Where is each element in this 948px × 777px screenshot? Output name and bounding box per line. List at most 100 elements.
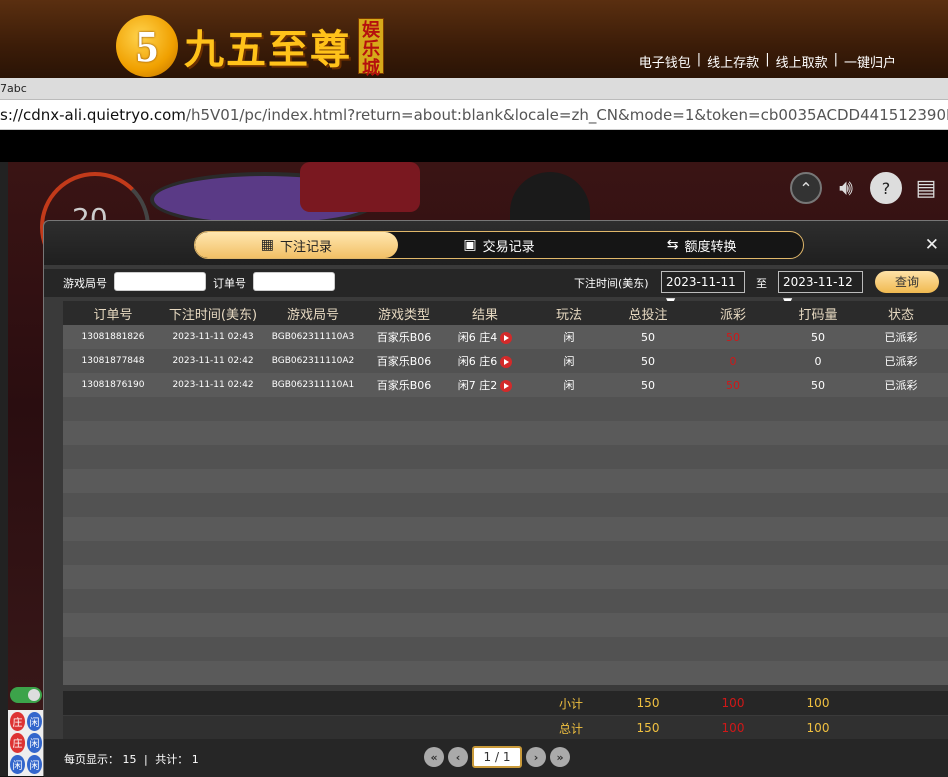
grandtotal-row: 总计 150 100 100: [63, 716, 948, 740]
play-replay-icon[interactable]: [500, 332, 513, 344]
empty-row: [63, 613, 948, 637]
date-separator: 至: [756, 277, 767, 290]
cell-total: 50: [641, 378, 655, 392]
game-id-input[interactable]: [114, 272, 206, 291]
column-header: 状态: [887, 307, 914, 323]
site-header: 5 九五至尊 娱乐城 电子钱包 | 线上存款 | 线上取款 | 一键归户: [0, 0, 948, 78]
table-body: 13081881826 2023-11-11 02:43 BGB062311110A…: [63, 325, 948, 685]
column-header: 派彩: [719, 307, 746, 323]
table-row: 13081881826 2023-11-11 02:43 BGB062311110A…: [63, 325, 948, 349]
nav-separator: |: [696, 52, 702, 67]
cell-order: 13081877848: [81, 356, 145, 366]
cell-game-id: BGB062311110A2: [271, 356, 355, 366]
cell-time: 2023-11-11 02:42: [172, 380, 254, 390]
empty-row: [63, 565, 948, 589]
road-banker-icon: 庄: [10, 712, 25, 732]
empty-row: [63, 445, 948, 469]
column-header: 打码量: [798, 307, 838, 323]
tab-label: 交易记录: [482, 239, 535, 255]
cell-game-id: BGB062311110A1: [271, 380, 355, 390]
cell-turnover: 50: [811, 378, 825, 392]
cell-turnover: 50: [811, 330, 825, 344]
tab-transactions[interactable]: ▣ 交易记录: [398, 232, 601, 258]
road-player-icon: 闲: [27, 754, 42, 774]
records-modal: ▦ 下注记录 ▣ 交易记录 ⇆ 额度转换 ✕ 游戏局号 订单号 下注时间(美东)…: [43, 220, 948, 777]
cell-status: 已派彩: [884, 331, 918, 344]
subtotal-label: 小计: [558, 696, 583, 711]
date-label: 下注时间(美东): [574, 277, 649, 290]
calendar-icon: ▦: [260, 237, 274, 253]
date-to-value: 2023-11-12: [783, 275, 853, 289]
black-band: [0, 130, 948, 162]
chair-image: [300, 162, 420, 212]
play-replay-icon[interactable]: [500, 356, 513, 368]
site-logo[interactable]: 5 九五至尊 娱乐城: [116, 14, 384, 78]
cell-total: 50: [641, 354, 655, 368]
nav-consolidate[interactable]: 一键归户: [844, 52, 896, 71]
table-row: 13081877848 2023-11-11 02:42 BGB062311110A…: [63, 349, 948, 373]
last-page-icon[interactable]: »: [550, 747, 570, 767]
road-player-icon: 闲: [10, 754, 25, 774]
column-header: 总投注: [628, 307, 668, 323]
subtotal-row: 小计 150 100 100: [63, 691, 948, 715]
browser-tab-title[interactable]: 7abc: [0, 78, 948, 100]
grandtotal-turnover: 100: [806, 721, 830, 735]
tab-bet-records[interactable]: ▦ 下注记录: [195, 232, 398, 258]
transfer-icon: ⇆: [666, 237, 679, 253]
first-page-icon[interactable]: «: [424, 747, 444, 767]
url-bar[interactable]: s://cdnx-ali.quietryo.com/h5V01/pc/index…: [0, 100, 948, 130]
help-icon[interactable]: ?: [870, 172, 902, 204]
grandtotal-payout: 100: [721, 721, 745, 735]
order-input[interactable]: [253, 272, 335, 291]
url-host: s://cdnx-ali.quietryo.com: [0, 106, 186, 124]
grandtotal-total: 150: [636, 721, 660, 735]
pager: « ‹ 1 / 1 › »: [424, 746, 570, 768]
cell-time: 2023-11-11 02:43: [172, 332, 254, 342]
cell-payout: 50: [726, 330, 740, 344]
url-path: /h5V01/pc/index.html?return=about:blank&…: [185, 106, 948, 124]
cell-result: 闲6 庄6: [445, 353, 525, 369]
cell-status: 已派彩: [884, 379, 918, 392]
toggle-switch[interactable]: [10, 687, 42, 703]
cell-game-type: 百家乐B06: [376, 379, 432, 392]
info-separator: |: [144, 753, 148, 766]
per-page-value: 15: [122, 753, 137, 766]
subtotal-payout: 100: [721, 696, 745, 710]
column-header: 下注时间(美东): [168, 307, 258, 323]
logo-badge: 娱乐城: [358, 18, 384, 78]
count-value: 1: [191, 753, 199, 766]
nav-deposit[interactable]: 线上存款: [707, 52, 759, 71]
date-from-select[interactable]: 2023-11-11 ▼: [661, 271, 745, 309]
empty-row: [63, 421, 948, 445]
cell-payout: 50: [726, 378, 740, 392]
date-to-select[interactable]: 2023-11-12 ▼: [778, 271, 863, 309]
cell-turnover: 0: [814, 354, 822, 368]
play-replay-icon[interactable]: [500, 380, 513, 392]
cell-game-type: 百家乐B06: [376, 355, 432, 368]
query-button[interactable]: 查询: [875, 271, 939, 293]
count-label: 共计：: [155, 753, 189, 766]
order-label: 订单号: [213, 277, 246, 290]
document-icon[interactable]: ▤: [912, 172, 940, 204]
column-header: 游戏局号: [286, 307, 339, 323]
empty-row: [63, 589, 948, 613]
next-page-icon[interactable]: ›: [526, 747, 546, 767]
close-icon[interactable]: ✕: [925, 235, 939, 255]
cell-order: 13081876190: [81, 380, 145, 390]
filter-bar: 游戏局号 订单号 下注时间(美东) 2023-11-11 ▼ 至 2023-11…: [44, 269, 948, 309]
subtotal-total: 150: [636, 696, 660, 710]
volume-icon[interactable]: 🔊︎: [832, 172, 860, 204]
cell-payout: 0: [729, 354, 737, 368]
clipboard-icon: ▣: [463, 237, 477, 253]
logo-text: 九五至尊: [184, 26, 352, 73]
page-indicator[interactable]: 1 / 1: [472, 746, 522, 768]
tab-transfer[interactable]: ⇆ 额度转换: [600, 232, 803, 258]
empty-row: [63, 397, 948, 421]
nav-wallet[interactable]: 电子钱包: [639, 52, 691, 71]
prev-page-icon[interactable]: ‹: [448, 747, 468, 767]
game-id-label: 游戏局号: [63, 277, 107, 290]
empty-row: [63, 541, 948, 565]
nav-withdraw[interactable]: 线上取款: [776, 52, 828, 71]
chevron-up-icon[interactable]: ⌃: [790, 172, 822, 204]
cell-game-type: 百家乐B06: [376, 331, 432, 344]
